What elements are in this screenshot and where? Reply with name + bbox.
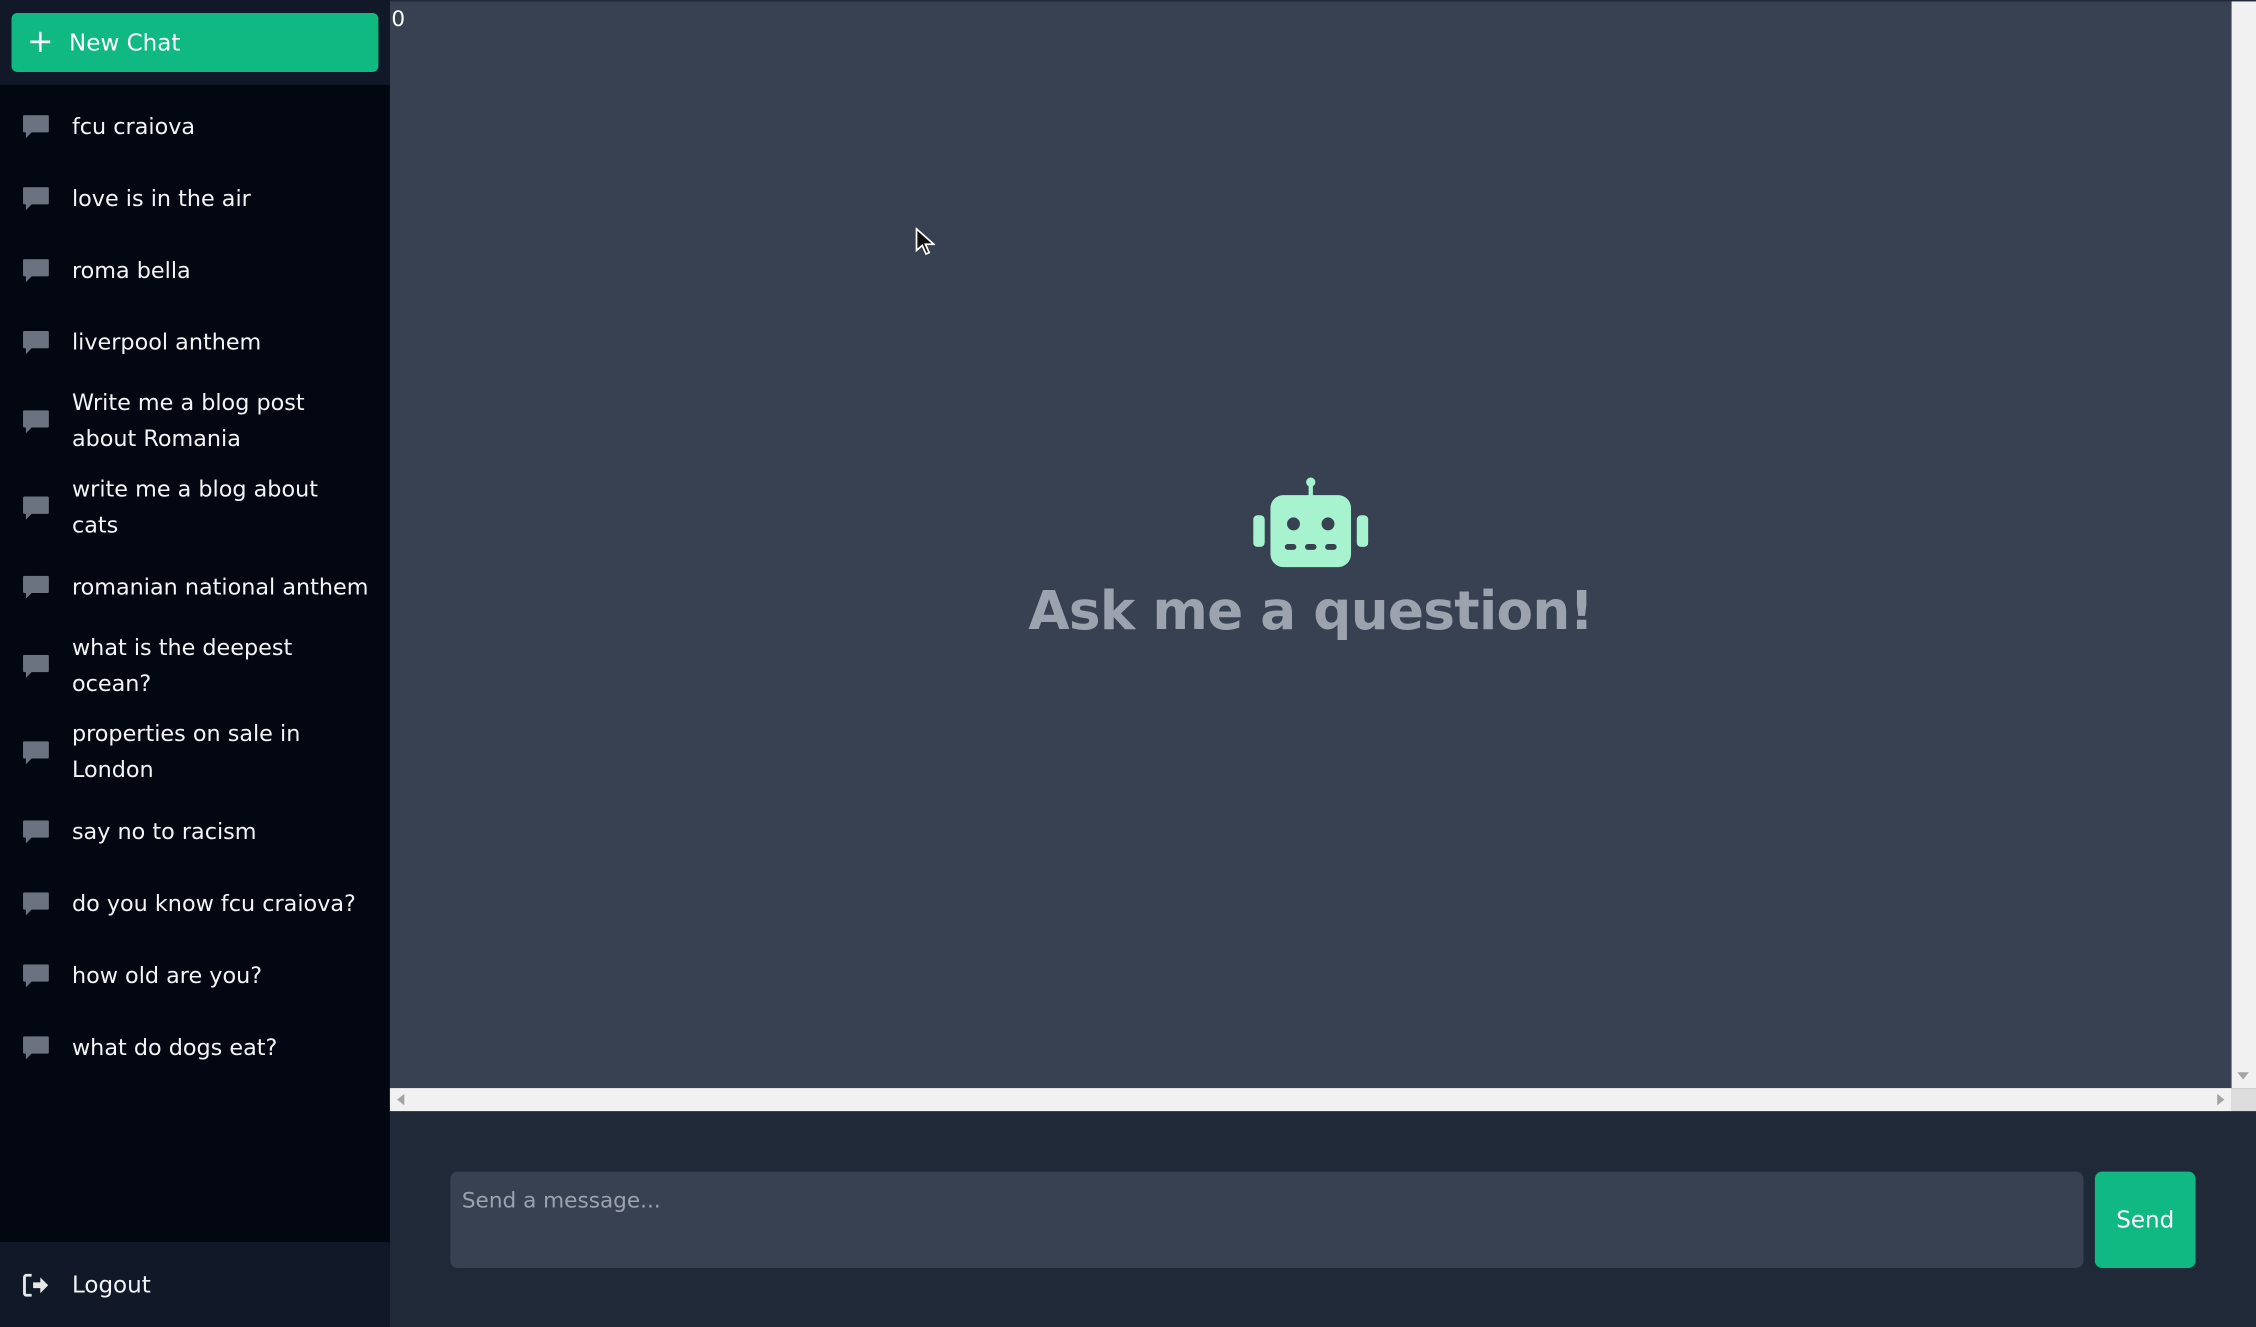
empty-state: Ask me a question! — [390, 476, 2232, 642]
chat-bubble-icon — [23, 259, 72, 283]
chat-history-item[interactable]: Write me a blog post about Romania — [0, 379, 390, 465]
chat-history-label: what is the deepest ocean? — [71, 634, 293, 697]
chat-history-item[interactable]: liverpool anthem — [0, 307, 390, 379]
chat-history-list: fcu craiova love is in the air roma bell… — [0, 91, 390, 1084]
plus-icon: + — [27, 23, 54, 60]
chat-history-item[interactable]: say no to racism — [0, 796, 390, 868]
chat-history-label: fcu craiova — [71, 112, 196, 139]
chat-bubble-icon — [23, 1036, 72, 1060]
chat-history-label: do you know fcu craiova? — [71, 890, 356, 917]
mouse-cursor-icon — [915, 226, 937, 262]
chat-bubble-icon — [23, 187, 72, 211]
chat-bubble-icon — [23, 820, 72, 844]
chat-bubble-icon — [23, 410, 72, 434]
chat-bubble-icon — [23, 331, 72, 355]
chat-history-item[interactable]: do you know fcu craiova? — [0, 868, 390, 940]
chat-history-label: love is in the air — [71, 184, 251, 211]
sidebar: + New Chat fcu craiova love is in the ai… — [0, 0, 390, 1327]
horizontal-scrollbar[interactable] — [389, 1088, 2232, 1113]
chat-bubble-icon — [23, 496, 72, 520]
chat-history-item[interactable]: love is in the air — [0, 163, 390, 235]
new-chat-label: New Chat — [69, 28, 181, 57]
logout-button[interactable]: Logout — [0, 1242, 390, 1327]
chat-history-label: liverpool anthem — [71, 328, 262, 355]
chat-bubble-icon — [23, 964, 72, 988]
chat-history-item[interactable]: fcu craiova — [0, 91, 390, 163]
scroll-left-arrow-icon[interactable] — [397, 1093, 405, 1106]
chat-bubble-icon — [23, 115, 72, 139]
chat-history-item[interactable]: romanian national anthem — [0, 551, 390, 623]
scroll-right-arrow-icon[interactable] — [2217, 1093, 2225, 1106]
chat-history-item[interactable]: properties on sale in London — [0, 710, 390, 796]
chat-history-label: Write me a blog post about Romania — [71, 390, 305, 452]
chat-history-label: what do dogs eat? — [71, 1034, 278, 1061]
chat-bubble-icon — [23, 575, 72, 599]
chat-history-item[interactable]: how old are you? — [0, 940, 390, 1012]
chat-history-item[interactable]: what is the deepest ocean? — [0, 623, 390, 709]
chat-history-item[interactable]: roma bella — [0, 235, 390, 307]
scroll-down-arrow-icon[interactable] — [2237, 1072, 2249, 1080]
chat-bubble-icon — [23, 654, 72, 678]
chat-area[interactable]: 0 Ask me a question! — [389, 0, 2256, 1113]
robot-icon — [1253, 476, 1369, 574]
chat-history-label: how old are you? — [71, 962, 263, 989]
message-counter: 0 — [391, 5, 406, 32]
chat-history-label: properties on sale in London — [71, 721, 301, 783]
chat-history-label: say no to racism — [71, 818, 257, 845]
composer: Send — [389, 1111, 2256, 1327]
send-button[interactable]: Send — [2094, 1171, 2196, 1269]
new-chat-button[interactable]: + New Chat — [11, 12, 379, 72]
chat-history-label: roma bella — [71, 256, 191, 283]
chat-history-label: write me a blog about cats — [71, 476, 318, 539]
message-input[interactable] — [450, 1171, 2084, 1269]
logout-label: Logout — [71, 1270, 151, 1299]
chat-bubble-icon — [23, 892, 72, 916]
empty-state-title: Ask me a question! — [1028, 580, 1594, 642]
vertical-scrollbar[interactable] — [2231, 1, 2256, 1089]
chat-history-item[interactable]: write me a blog about cats — [0, 465, 390, 551]
chat-history-item[interactable]: what do dogs eat? — [0, 1012, 390, 1084]
logout-icon — [23, 1273, 72, 1297]
chat-history-label: romanian national anthem — [71, 573, 369, 600]
sidebar-header: + New Chat — [0, 0, 390, 85]
scrollbar-corner — [2231, 1088, 2256, 1113]
app-root: + New Chat fcu craiova love is in the ai… — [0, 0, 2256, 1327]
chat-bubble-icon — [23, 741, 72, 765]
